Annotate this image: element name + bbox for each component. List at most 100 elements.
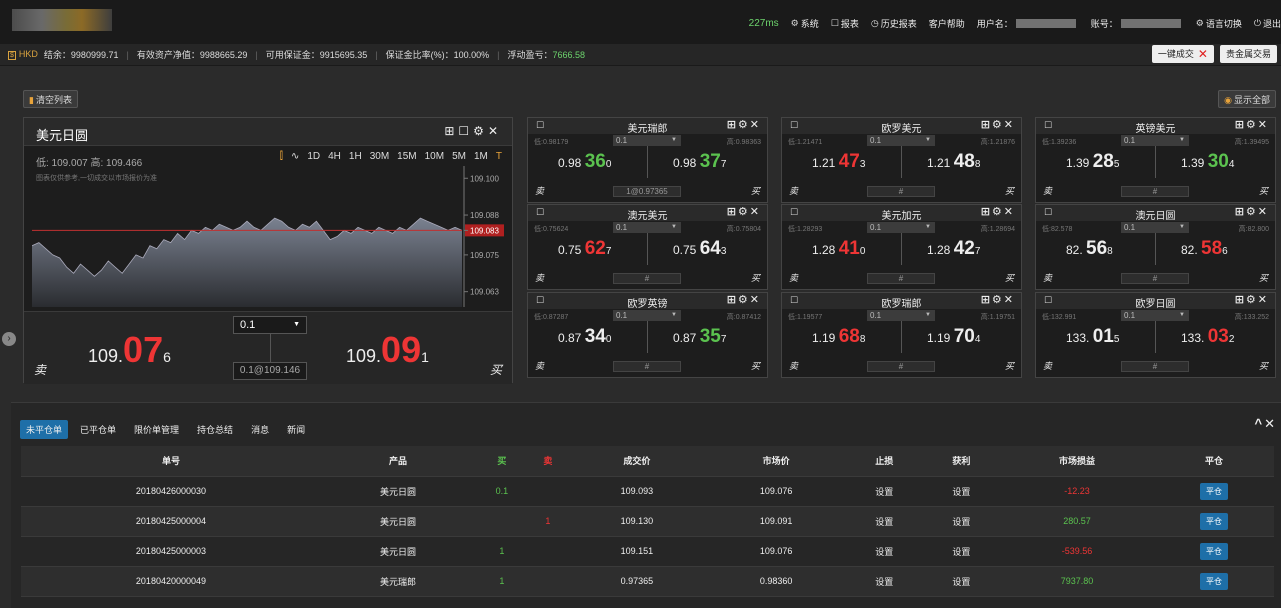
tile-sell-label[interactable]: 卖: [789, 359, 798, 372]
close-icon[interactable]: ✕: [1004, 119, 1015, 131]
tile-buy-quote[interactable]: 0.75 643: [673, 238, 726, 260]
candle-icon[interactable]: ⫿: [280, 151, 283, 162]
period-1d[interactable]: 1D: [307, 151, 320, 162]
gear-icon[interactable]: ⚙: [992, 294, 1004, 306]
cell-stop-loss[interactable]: 设置: [845, 506, 923, 537]
close-position-button[interactable]: 平仓: [1200, 482, 1229, 500]
close-icon[interactable]: ✕: [1264, 416, 1277, 431]
tile-buy-label[interactable]: 买: [751, 184, 760, 197]
close-position-button[interactable]: 平仓: [1200, 512, 1229, 530]
tile-lot-select[interactable]: 0.1 ▼: [1121, 222, 1189, 233]
tile-sell-label[interactable]: 卖: [535, 184, 544, 197]
gear-icon[interactable]: ⚙: [738, 206, 750, 218]
tile-sell-quote[interactable]: 1.39 285: [1066, 151, 1119, 173]
gear-icon[interactable]: ⚙: [992, 119, 1004, 131]
tile-sell-label[interactable]: 卖: [1043, 271, 1052, 284]
tile-sell-quote[interactable]: 0.87 340: [558, 326, 611, 348]
tile-buy-quote[interactable]: 1.39 304: [1181, 151, 1234, 173]
tile-sell-quote[interactable]: 1.28 410: [812, 238, 865, 260]
tab-news[interactable]: 新闻: [281, 420, 311, 439]
close-icon[interactable]: ✕: [750, 206, 761, 218]
logout-button[interactable]: ⏻ 退出: [1254, 17, 1281, 30]
expand-icon[interactable]: ⊞: [727, 206, 738, 218]
period-tick[interactable]: T: [496, 151, 502, 162]
tile-buy-label[interactable]: 买: [1005, 271, 1014, 284]
tile-lot-select[interactable]: 0.1 ▼: [1121, 135, 1189, 146]
tile-buy-label[interactable]: 买: [751, 271, 760, 284]
cell-take-profit[interactable]: 设置: [922, 506, 1000, 537]
period-1m[interactable]: 1M: [474, 151, 488, 162]
tab-open-positions[interactable]: 未平仓单: [20, 420, 69, 439]
close-position-button[interactable]: 平仓: [1200, 572, 1229, 590]
tile-sell-label[interactable]: 卖: [1043, 184, 1052, 197]
tile-sell-quote[interactable]: 133. 015: [1066, 326, 1119, 348]
cell-take-profit[interactable]: 设置: [922, 476, 1000, 507]
tile-sell-quote[interactable]: 1.19 688: [812, 326, 865, 348]
expand-icon[interactable]: ⊞: [1235, 294, 1246, 306]
expand-icon[interactable]: ⊞: [981, 119, 992, 131]
cell-take-profit[interactable]: 设置: [922, 536, 1000, 567]
buy-quote[interactable]: 109.091: [346, 329, 429, 371]
help-link[interactable]: 客户帮助: [929, 17, 965, 30]
period-1h[interactable]: 1H: [349, 151, 362, 162]
tile-buy-label[interactable]: 买: [1259, 359, 1268, 372]
close-icon[interactable]: ✕: [1004, 206, 1015, 218]
gear-icon[interactable]: ⚙: [738, 294, 750, 306]
one-click-trade-button[interactable]: 一键成交 ✕: [1151, 45, 1214, 63]
expand-icon[interactable]: ⊞: [727, 119, 738, 131]
cell-stop-loss[interactable]: 设置: [845, 536, 923, 567]
close-icon[interactable]: ✕: [750, 119, 761, 131]
collapse-icon[interactable]: ^: [1255, 416, 1265, 431]
tile-lot-select[interactable]: 0.1 ▼: [867, 222, 935, 233]
gear-icon[interactable]: ⚙: [992, 206, 1004, 218]
tab-limit-orders[interactable]: 限价单管理: [128, 420, 185, 439]
expand-icon[interactable]: ⊞: [1235, 119, 1246, 131]
cell-stop-loss[interactable]: 设置: [845, 566, 923, 597]
expand-icon[interactable]: ⊞: [444, 124, 458, 138]
tab-position-summary[interactable]: 持仓总结: [191, 420, 239, 439]
tile-sell-label[interactable]: 卖: [535, 359, 544, 372]
tile-sell-quote[interactable]: 0.98 360: [558, 151, 611, 173]
language-switch[interactable]: ⚙ 语言切换: [1196, 17, 1242, 30]
period-5m[interactable]: 5M: [452, 151, 466, 162]
tile-sell-label[interactable]: 卖: [789, 184, 798, 197]
tile-buy-quote[interactable]: 1.21 488: [927, 151, 980, 173]
system-menu[interactable]: ⚙ 系统: [791, 17, 819, 30]
tile-lot-select[interactable]: 0.1 ▼: [613, 135, 681, 146]
close-icon[interactable]: ✕: [1258, 294, 1269, 306]
gear-icon[interactable]: ⚙: [1246, 206, 1258, 218]
message-icon[interactable]: ☐: [458, 124, 473, 138]
tile-buy-quote[interactable]: 82. 586: [1181, 238, 1228, 260]
sell-label[interactable]: 卖: [34, 361, 46, 378]
period-30m[interactable]: 30M: [370, 151, 389, 162]
close-icon[interactable]: ✕: [1258, 119, 1269, 131]
sell-quote[interactable]: 109.076: [88, 329, 171, 371]
tile-sell-quote[interactable]: 1.21 473: [812, 151, 865, 173]
tile-buy-label[interactable]: 买: [1005, 184, 1014, 197]
close-icon[interactable]: ✕: [750, 294, 761, 306]
tile-buy-quote[interactable]: 133. 032: [1181, 326, 1234, 348]
tile-lot-select[interactable]: 0.1 ▼: [867, 310, 935, 321]
expand-side-arrow-icon[interactable]: ›: [2, 332, 16, 346]
tile-lot-select[interactable]: 0.1 ▼: [613, 310, 681, 321]
close-icon[interactable]: ✕: [488, 124, 502, 138]
close-position-button[interactable]: 平仓: [1200, 542, 1229, 560]
lot-select[interactable]: 0.1 ▼: [233, 316, 307, 334]
buy-label[interactable]: 买: [490, 361, 502, 378]
report-menu[interactable]: ☐ 报表: [831, 17, 859, 30]
gear-icon[interactable]: ⚙: [1246, 119, 1258, 131]
tile-buy-label[interactable]: 买: [751, 359, 760, 372]
history-report-menu[interactable]: ◷ 历史报表: [871, 17, 917, 30]
tile-sell-label[interactable]: 卖: [1043, 359, 1052, 372]
tile-buy-quote[interactable]: 1.28 427: [927, 238, 980, 260]
close-icon[interactable]: ✕: [1004, 294, 1015, 306]
expand-icon[interactable]: ⊞: [981, 206, 992, 218]
tile-buy-quote[interactable]: 0.87 357: [673, 326, 726, 348]
tile-buy-label[interactable]: 买: [1005, 359, 1014, 372]
tile-buy-label[interactable]: 买: [1259, 271, 1268, 284]
tile-sell-quote[interactable]: 0.75 627: [558, 238, 611, 260]
period-10m[interactable]: 10M: [425, 151, 444, 162]
expand-icon[interactable]: ⊞: [1235, 206, 1246, 218]
cell-take-profit[interactable]: 设置: [922, 566, 1000, 597]
tile-buy-quote[interactable]: 1.19 704: [927, 326, 980, 348]
